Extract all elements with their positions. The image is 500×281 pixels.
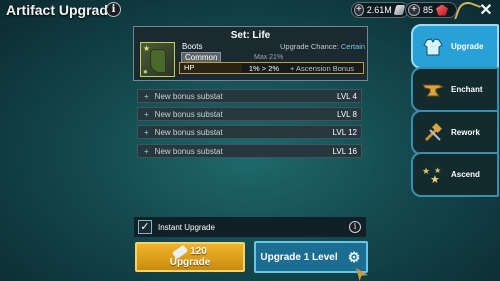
- add-gems-icon[interactable]: +: [408, 4, 420, 16]
- substat-label: New bonus substat: [154, 91, 223, 101]
- upgrade-chance-value: Certain: [340, 42, 366, 51]
- silver-amount: 2.61M: [366, 5, 392, 15]
- max-chance: Max 21%: [254, 54, 284, 61]
- tab-enchant[interactable]: Enchant: [411, 67, 499, 112]
- upgrade-chance-label: Upgrade Chance:: [280, 42, 339, 51]
- armor-icon: [421, 35, 445, 59]
- star-icon: ★: [143, 44, 151, 53]
- upgrade-chance: Upgrade Chance: Certain: [280, 42, 365, 51]
- gems-amount: 85: [423, 5, 434, 15]
- gems-counter[interactable]: + 85: [405, 2, 457, 18]
- upgrade-button[interactable]: 120 Upgrade: [135, 242, 245, 272]
- gear-icon[interactable]: ⚙: [342, 245, 366, 269]
- page-title: Artifact Upgrade: [6, 2, 116, 18]
- boots-icon: [150, 49, 166, 73]
- substat-label: New bonus substat: [154, 146, 223, 156]
- set-title: Set: Life: [230, 30, 271, 41]
- instant-upgrade-row: ✓ Instant Upgrade i: [134, 217, 366, 237]
- plus-icon: +: [144, 109, 149, 119]
- ruby-icon: [436, 4, 449, 16]
- hammer-icon: [421, 121, 445, 145]
- svg-text:★: ★: [434, 166, 441, 175]
- svg-text:★: ★: [422, 167, 430, 177]
- substat-row: + New bonus substat LVL 12: [137, 125, 362, 139]
- substat-level: LVL 16: [332, 146, 357, 156]
- tab-rework-label: Rework: [451, 128, 480, 137]
- tab-ascend[interactable]: ★ ★ ★ Ascend: [411, 152, 499, 197]
- main-stat-name: HP: [180, 63, 242, 73]
- title-bar: Artifact Upgrade i + 2.61M + 85 ✕: [0, 0, 500, 22]
- artifact-panel: Set: Life ★ ● Boots Common Upgrade Chanc…: [133, 26, 368, 81]
- substat-row: + New bonus substat LVL 8: [137, 107, 362, 121]
- silver-counter[interactable]: + 2.61M: [351, 2, 409, 18]
- artifact-icon[interactable]: ★ ●: [140, 42, 175, 77]
- silver-icon: [393, 5, 406, 15]
- tab-enchant-label: Enchant: [451, 85, 483, 94]
- tab-upgrade-label: Upgrade: [451, 42, 484, 51]
- upgrade-button-label: Upgrade: [169, 257, 211, 268]
- upgrade-one-level-label: Upgrade 1 Level: [260, 251, 338, 263]
- plus-icon: +: [144, 91, 149, 101]
- plus-icon: +: [144, 127, 149, 137]
- instant-upgrade-checkbox[interactable]: ✓: [138, 220, 152, 234]
- upgrade-one-level-button[interactable]: Upgrade 1 Level ⚙: [254, 241, 368, 273]
- lock-icon: ●: [143, 67, 148, 76]
- substat-level: LVL 12: [332, 127, 357, 137]
- plus-icon: +: [144, 146, 149, 156]
- upgrade-cost-value: 120: [190, 246, 207, 257]
- upgrade-cost: 120: [137, 244, 243, 259]
- ascension-bonus: + Ascension Bonus: [290, 63, 355, 73]
- info-icon[interactable]: i: [349, 221, 361, 233]
- substat-row: + New bonus substat LVL 4: [137, 89, 362, 103]
- add-silver-icon[interactable]: +: [354, 4, 364, 16]
- star-cluster-icon: ★ ★ ★: [421, 163, 445, 187]
- tab-rework[interactable]: Rework: [411, 110, 499, 155]
- substat-level: LVL 8: [336, 109, 357, 119]
- artifact-name: Boots: [182, 42, 203, 51]
- tab-upgrade[interactable]: Upgrade: [411, 24, 499, 69]
- substat-label: New bonus substat: [154, 127, 223, 137]
- instant-upgrade-label: Instant Upgrade: [158, 222, 215, 232]
- anvil-icon: [421, 78, 445, 102]
- main-stat: HP 1% > 2% + Ascension Bonus: [179, 62, 364, 74]
- substat-row: + New bonus substat LVL 16: [137, 144, 362, 158]
- substat-label: New bonus substat: [154, 109, 223, 119]
- close-icon[interactable]: ✕: [477, 2, 495, 20]
- tab-ascend-label: Ascend: [451, 170, 480, 179]
- main-stat-value: 1% > 2%: [248, 63, 280, 73]
- substat-level: LVL 4: [336, 91, 357, 101]
- info-icon[interactable]: i: [106, 2, 121, 17]
